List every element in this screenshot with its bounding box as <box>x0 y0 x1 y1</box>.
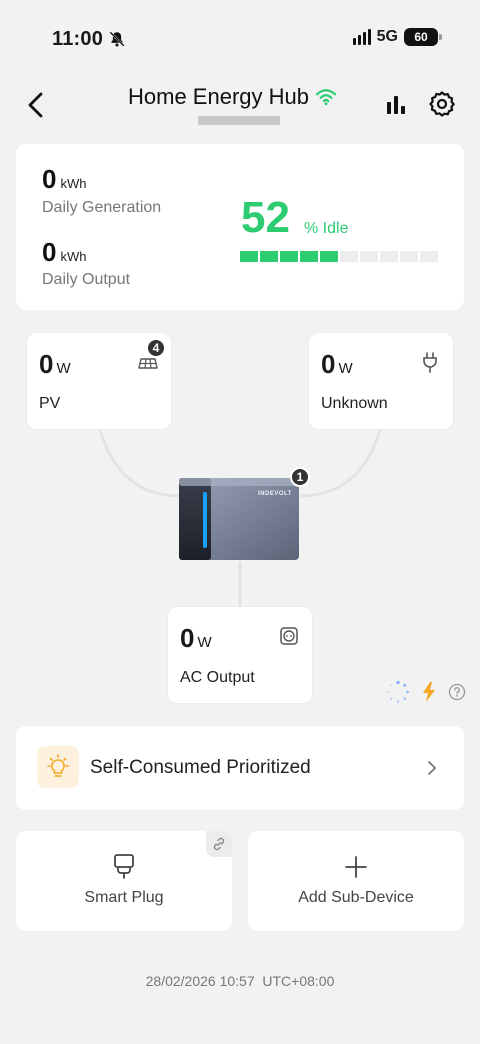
add-sub-device-label: Add Sub-Device <box>298 889 414 906</box>
chevron-right-icon <box>428 761 436 775</box>
battery-level: 60 <box>414 30 428 44</box>
ac-output-power-value: 0 <box>180 623 195 653</box>
status-indicators: 5G 60 <box>352 28 442 46</box>
pv-power: 0W <box>39 349 71 380</box>
smart-plug-tile[interactable]: Smart Plug <box>16 831 232 931</box>
soc-bar-segment <box>360 251 378 262</box>
soc-bar-segment <box>400 251 418 262</box>
battery-state-label: % Idle <box>304 220 349 237</box>
work-mode-label: Self-Consumed Prioritized <box>90 757 311 778</box>
bell-muted-icon <box>109 31 125 47</box>
ac-output-card[interactable]: 0W AC Output <box>167 606 313 704</box>
battery-soc-value: 52 <box>241 193 290 242</box>
soc-bar-segment <box>320 251 338 262</box>
lightning-icon <box>423 682 435 702</box>
pv-power-unit: W <box>56 360 71 377</box>
ac-output-power-unit: W <box>197 634 212 651</box>
header-title: Home Energy Hub <box>128 84 337 110</box>
generation-unit: kWh <box>60 176 87 191</box>
system-status-icons <box>386 680 466 704</box>
unknown-power-unit: W <box>338 360 353 377</box>
battery-soc-bar <box>240 251 438 262</box>
soc-bar-segment <box>280 251 298 262</box>
smart-plug-icon <box>114 854 134 879</box>
output-number: 0 <box>42 237 57 267</box>
energy-hub-device-image[interactable] <box>177 474 303 562</box>
socket-icon <box>280 627 298 645</box>
unknown-load-card[interactable]: 0W Unknown <box>308 332 454 430</box>
add-sub-device-tile[interactable]: Add Sub-Device <box>248 831 464 931</box>
daily-output-value: 0 kWh <box>42 237 86 268</box>
device-serial-redacted <box>198 116 280 125</box>
gear-icon[interactable] <box>428 90 456 118</box>
output-unit: kWh <box>60 249 87 264</box>
ac-output-power: 0W <box>180 623 212 654</box>
plug-icon <box>423 352 437 373</box>
soc-bar-segment <box>420 251 438 262</box>
soc-bar-segment <box>380 251 398 262</box>
wifi-icon <box>315 89 337 106</box>
link-icon <box>206 831 232 857</box>
device-count-badge: 1 <box>290 467 310 487</box>
soc-bar-segment <box>260 251 278 262</box>
soc-bar-segment <box>240 251 258 262</box>
last-updated-timestamp: 28/02/2026 10:57 UTC+08:00 <box>145 973 335 989</box>
help-icon[interactable] <box>448 683 466 701</box>
daily-generation-value: 0 kWh <box>42 164 86 195</box>
lightbulb-icon <box>37 746 79 788</box>
unknown-power: 0W <box>321 349 353 380</box>
status-time: 11:00 <box>52 28 104 50</box>
pv-power-value: 0 <box>39 349 54 379</box>
soc-bar-segment <box>340 251 358 262</box>
plus-icon <box>345 856 367 878</box>
generation-number: 0 <box>42 164 57 194</box>
pv-count-badge: 4 <box>146 338 166 358</box>
unknown-power-value: 0 <box>321 349 336 379</box>
battery-icon: 60 <box>404 28 442 46</box>
work-mode-row[interactable]: Self-Consumed Prioritized <box>16 726 464 810</box>
daily-output-label: Daily Output <box>42 271 131 288</box>
network-type: 5G <box>376 28 398 45</box>
loading-icon <box>387 680 409 703</box>
page-title: Home Energy Hub <box>128 84 309 109</box>
chevron-left-icon[interactable] <box>24 90 48 120</box>
device-brand: INDEVOLT <box>258 491 292 497</box>
daily-generation-label: Daily Generation <box>42 199 162 216</box>
pv-label: PV <box>39 395 61 412</box>
bar-chart-icon[interactable] <box>384 92 408 116</box>
ac-output-label: AC Output <box>180 669 255 686</box>
signal-icon <box>352 29 371 45</box>
unknown-label: Unknown <box>321 395 388 412</box>
soc-bar-segment <box>300 251 318 262</box>
smart-plug-label: Smart Plug <box>84 889 164 906</box>
